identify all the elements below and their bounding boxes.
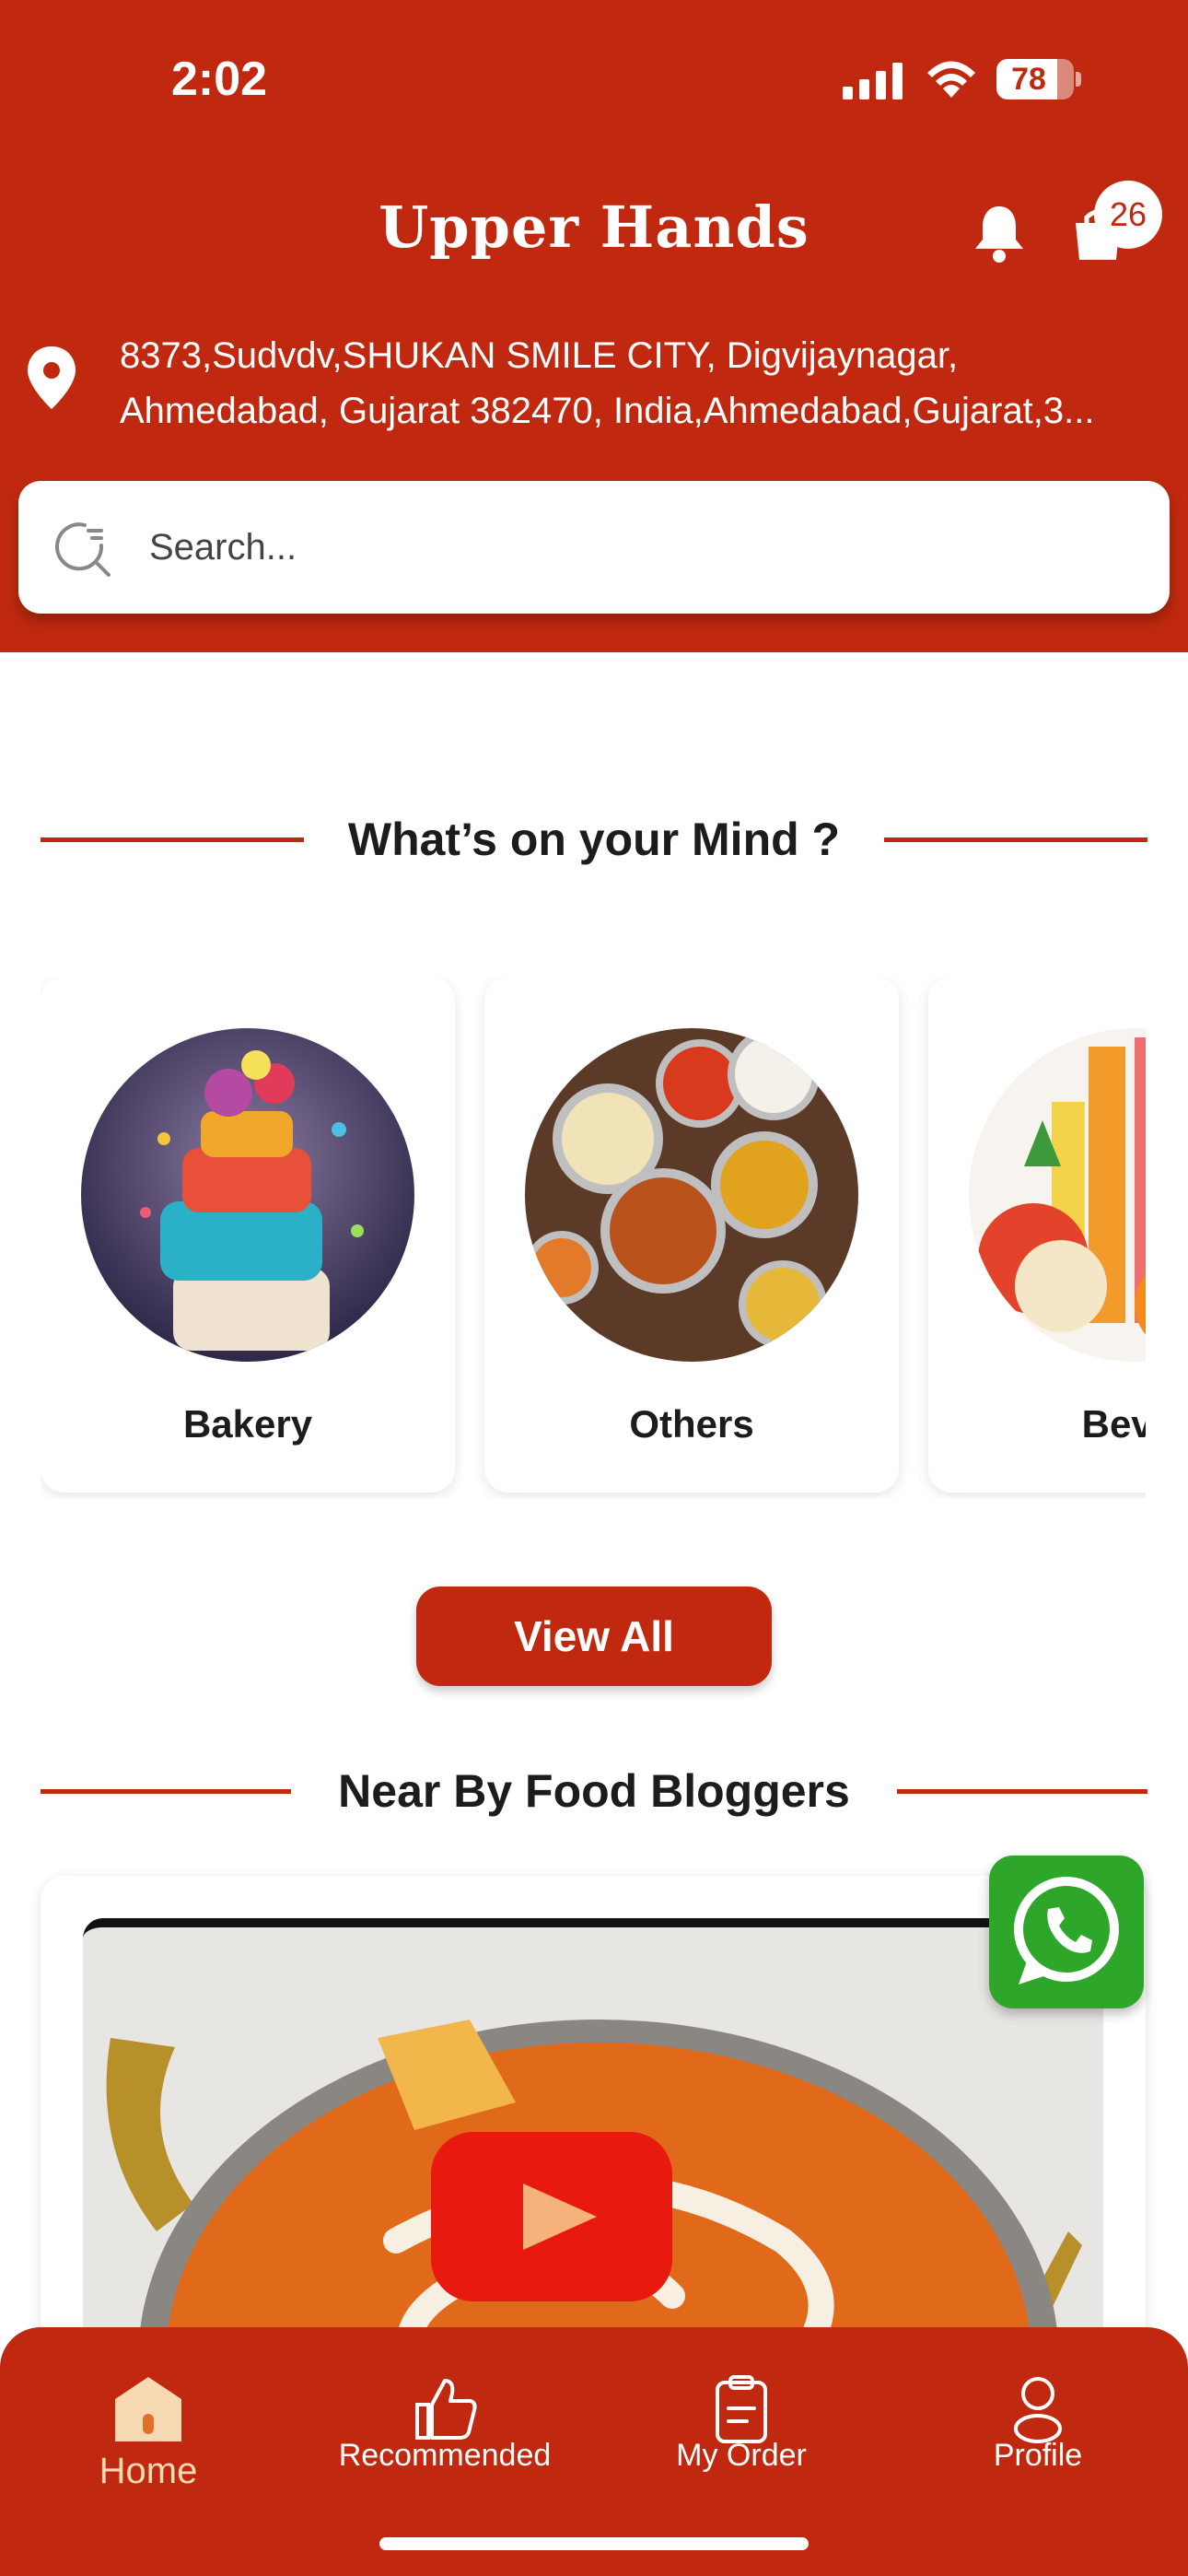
search-input[interactable] [149,481,1144,614]
youtube-play-icon[interactable] [431,2132,672,2301]
signal-icon [843,63,903,100]
home-indicator [379,2537,809,2550]
category-card-beverages[interactable]: Bever [928,977,1146,1493]
view-all-button[interactable]: View All [416,1587,772,1686]
nav-label-my-order: My Order [676,2438,807,2473]
home-icon [115,2377,181,2441]
category-label: Others [629,1402,754,1446]
nav-label-recommended: Recommended [338,2438,552,2473]
delivery-address[interactable]: 8373,Sudvdv,SHUKAN SMILE CITY, Digvijayn… [120,328,1133,439]
nav-item-home[interactable]: Home [0,2327,297,2512]
categories-heading: What’s on your Mind ? [347,814,841,865]
category-card-others[interactable]: Others [484,977,899,1493]
bakery-image [81,1028,414,1362]
nav-label-profile: Profile [993,2438,1083,2473]
nav-label-home: Home [99,2451,198,2491]
notification-bell-icon[interactable] [972,203,1027,263]
categories-section-title: What’s on your Mind ? [41,807,1147,872]
status-bar: 2:02 78 [0,0,1188,157]
address-line-2: Ahmedabad, Gujarat 382470, India,Ahmedab… [120,391,1095,431]
category-label: Bever [1081,1402,1146,1446]
category-card-bakery[interactable]: Bakery [41,977,455,1493]
app-header: 2:02 78 Upper Hands 26 8373,Sudvdv,SHUKA… [0,0,1188,652]
bloggers-heading: Near By Food Bloggers [338,1765,850,1817]
address-line-1: 8373,Sudvdv,SHUKAN SMILE CITY, Digvijayn… [120,335,959,376]
thumbs-up-icon [415,2379,477,2440]
search-bar[interactable] [18,481,1170,614]
beverages-image [969,1028,1146,1362]
bloggers-section-title: Near By Food Bloggers [41,1759,1147,1823]
nav-item-recommended[interactable]: Recommended [297,2327,593,2512]
clipboard-icon [716,2375,767,2443]
user-icon [1014,2377,1062,2443]
search-icon [55,522,111,577]
whatsapp-button[interactable] [989,1856,1144,2008]
cart-count-badge[interactable]: 26 [1094,181,1162,249]
wifi-icon [927,61,975,98]
location-pin-icon [28,346,76,409]
nav-item-profile[interactable]: Profile [890,2327,1186,2512]
battery-percentage: 78 [1011,62,1046,97]
category-label: Bakery [182,1402,313,1446]
battery-icon: 78 [996,59,1081,100]
others-image [525,1028,858,1362]
nav-item-my-order[interactable]: My Order [593,2327,890,2512]
category-carousel[interactable]: Bakery Others Bev [41,977,1146,1498]
whatsapp-icon [1014,1877,1119,1985]
status-time: 2:02 [171,53,268,106]
